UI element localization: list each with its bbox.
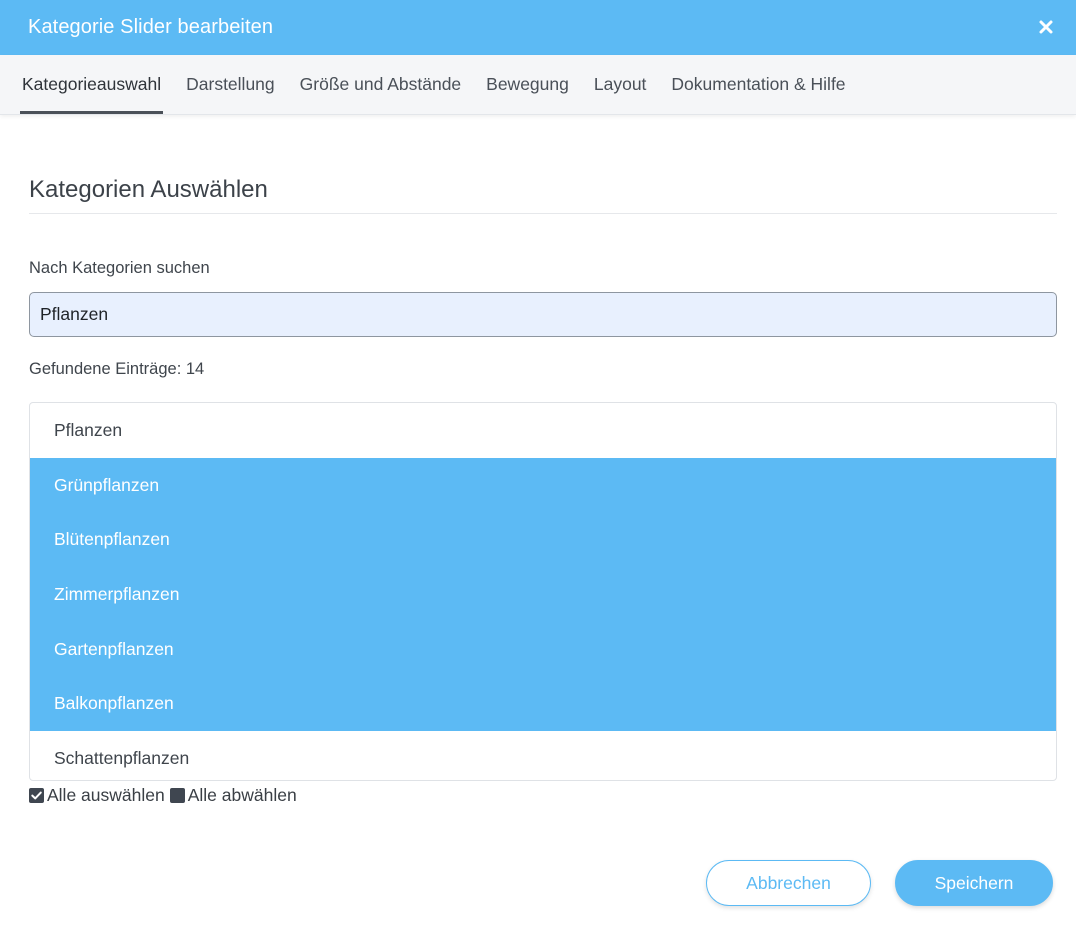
list-item-zimmerpflanzen[interactable]: Zimmerpflanzen [30,567,1056,622]
found-entries-count: Gefundene Einträge: 14 [29,360,205,378]
tab-bar: Kategorieauswahl Darstellung Größe und A… [0,55,1076,115]
tab-label: Layout [593,74,647,94]
list-item-pflanzen[interactable]: Pflanzen [30,403,1056,458]
selection-controls: Alle auswählen Alle abwählen [29,785,302,806]
filled-square-icon [169,788,185,803]
category-results-list[interactable]: Pflanzen Grünpflanzen Blütenpflanzen Zim… [29,402,1057,781]
search-label: Nach Kategorien suchen [29,259,210,277]
tab-bewegung[interactable]: Bewegung [484,55,571,114]
edit-category-slider-dialog: Kategorie Slider bearbeiten Kategorieaus… [0,0,1076,928]
tab-layout[interactable]: Layout [592,55,649,114]
select-all-label: Alle auswählen [47,785,165,805]
dialog-title: Kategorie Slider bearbeiten [28,16,274,38]
list-item-gruenpflanzen[interactable]: Grünpflanzen [30,457,1056,513]
list-item-bluetenpflanzen[interactable]: Blütenpflanzen [30,512,1056,568]
tab-dokumentation-hilfe[interactable]: Dokumentation & Hilfe [669,55,847,114]
list-item-balkonpflanzen[interactable]: Balkonpflanzen [30,676,1056,732]
deselect-all-label: Alle abwählen [187,785,297,805]
tab-label: Größe und Abstände [299,74,462,94]
close-icon [1039,20,1053,34]
category-search-input[interactable] [29,292,1057,337]
section-divider [29,213,1057,214]
tab-label: Dokumentation & Hilfe [671,74,846,94]
close-button[interactable] [1032,13,1060,41]
section-title: Kategorien Auswählen [29,176,268,203]
tab-darstellung[interactable]: Darstellung [184,55,277,114]
tab-label: Bewegung [486,74,569,94]
list-item-gartenpflanzen[interactable]: Gartenpflanzen [30,621,1056,677]
list-item-schattenpflanzen[interactable]: Schattenpflanzen [30,731,1056,780]
dialog-header: Kategorie Slider bearbeiten [0,0,1076,55]
tab-kategorieauswahl[interactable]: Kategorieauswahl [20,55,164,114]
select-all-button[interactable]: Alle auswählen [29,785,165,806]
tab-label: Darstellung [186,74,275,94]
deselect-all-button[interactable]: Alle abwählen [169,785,297,806]
cancel-button[interactable]: Abbrechen [706,860,871,906]
save-button[interactable]: Speichern [895,860,1053,906]
tab-label: Kategorieauswahl [22,74,162,94]
checked-checkbox-icon [29,788,44,803]
tab-groesse-und-abstaende[interactable]: Größe und Abstände [298,55,464,114]
